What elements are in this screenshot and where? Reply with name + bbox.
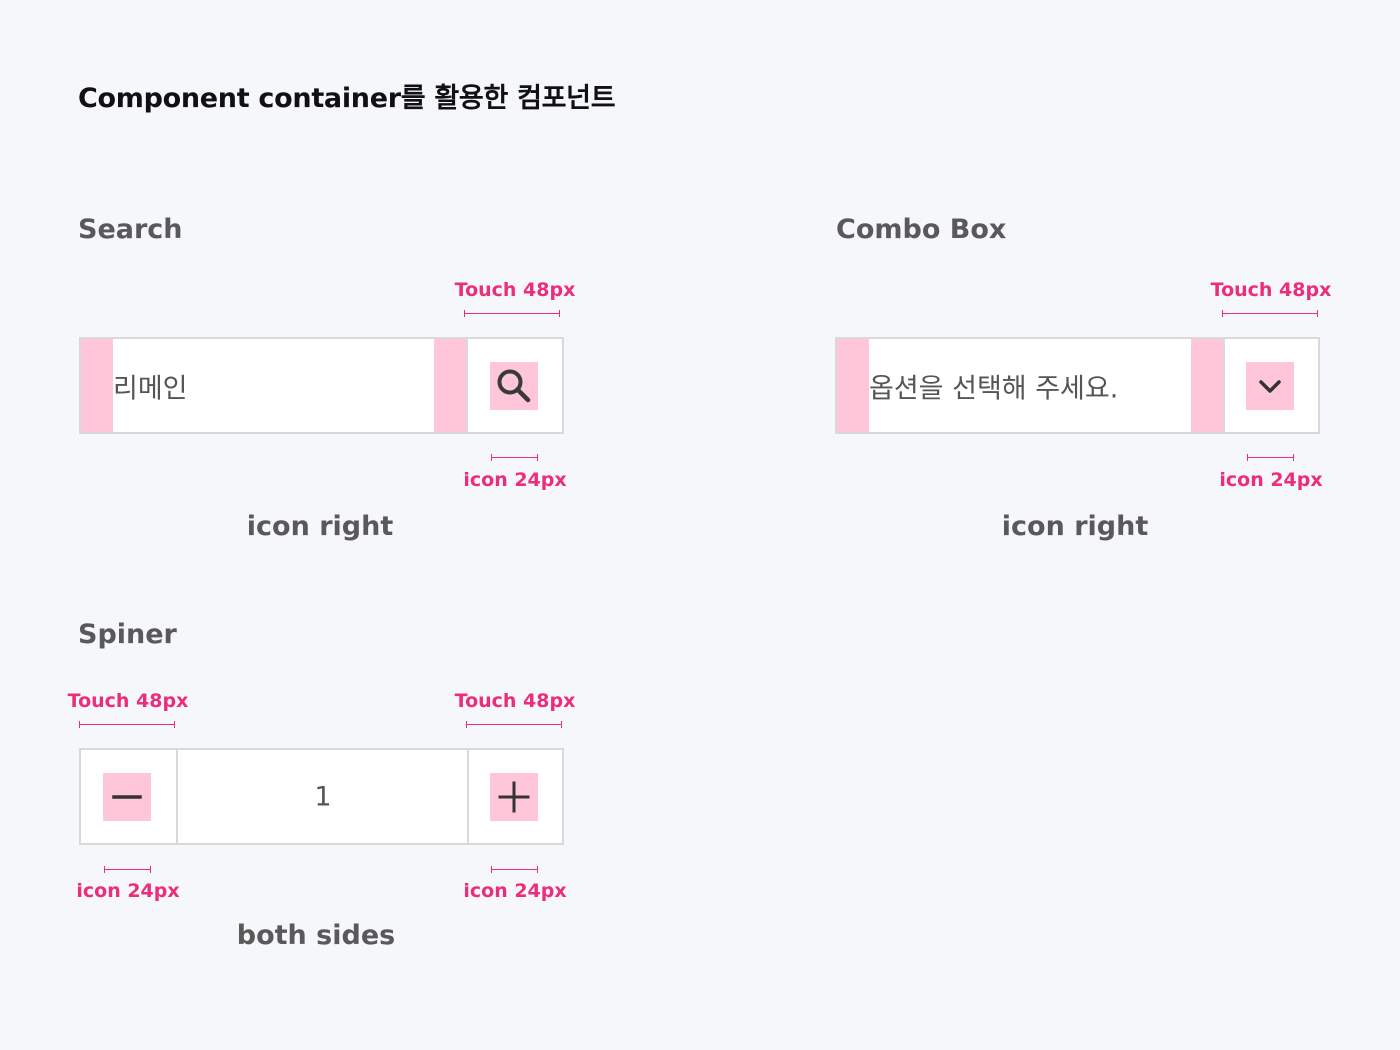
- combo-divider: [1223, 339, 1225, 432]
- combo-right-padding: [1191, 339, 1223, 432]
- search-icon-annotation: icon 24px: [463, 469, 567, 491]
- search-touch-dimension-line: [464, 310, 560, 317]
- spinner-left-icon-dimension-line: [104, 866, 151, 873]
- search-icon-dimension-line: [491, 454, 538, 461]
- spinner-section-title: Spiner: [78, 619, 177, 650]
- spinner-right-touch-annotation: Touch 48px: [454, 690, 576, 712]
- combo-left-padding: [837, 339, 869, 432]
- combo-touch-annotation: Touch 48px: [1210, 279, 1332, 301]
- spinner-decrement-button[interactable]: [103, 772, 151, 821]
- spinner-right-icon-annotation: icon 24px: [463, 880, 567, 902]
- combo-icon-dimension-line: [1247, 454, 1294, 461]
- spinner-caption: both sides: [236, 920, 396, 951]
- spinner-value[interactable]: 1: [178, 781, 468, 812]
- plus-icon: [498, 781, 530, 812]
- search-button[interactable]: [490, 361, 538, 410]
- spinner-left-touch-annotation: Touch 48px: [67, 690, 189, 712]
- chevron-down-icon: [1259, 379, 1281, 393]
- spinner-right-divider: [467, 750, 469, 843]
- combo-caption: icon right: [1001, 511, 1149, 542]
- combo-placeholder[interactable]: 옵션을 선택해 주세요.: [869, 366, 1118, 405]
- search-divider: [466, 339, 468, 432]
- search-right-padding: [434, 339, 466, 432]
- combo-section-title: Combo Box: [836, 214, 1007, 245]
- combo-touch-dimension-line: [1222, 310, 1318, 317]
- search-left-padding: [81, 339, 113, 432]
- page-title: Component container를 활용한 컴포넌트: [78, 83, 616, 114]
- spinner-right-icon-dimension-line: [491, 866, 538, 873]
- minus-icon: [112, 794, 142, 799]
- search-touch-annotation: Touch 48px: [454, 279, 576, 301]
- combo-dropdown-button[interactable]: [1246, 361, 1294, 410]
- search-input-value[interactable]: 리메인: [113, 366, 188, 405]
- search-field[interactable]: 리메인: [79, 337, 564, 434]
- spinner: 1: [79, 748, 564, 845]
- search-caption: icon right: [246, 511, 394, 542]
- combo-box[interactable]: 옵션을 선택해 주세요.: [835, 337, 1320, 434]
- search-section-title: Search: [78, 214, 183, 245]
- combo-icon-annotation: icon 24px: [1219, 469, 1323, 491]
- spinner-right-touch-dimension-line: [466, 721, 562, 728]
- spinner-increment-button[interactable]: [490, 772, 538, 821]
- search-icon: [497, 369, 531, 402]
- spinner-left-touch-dimension-line: [79, 721, 175, 728]
- spinner-left-icon-annotation: icon 24px: [76, 880, 180, 902]
